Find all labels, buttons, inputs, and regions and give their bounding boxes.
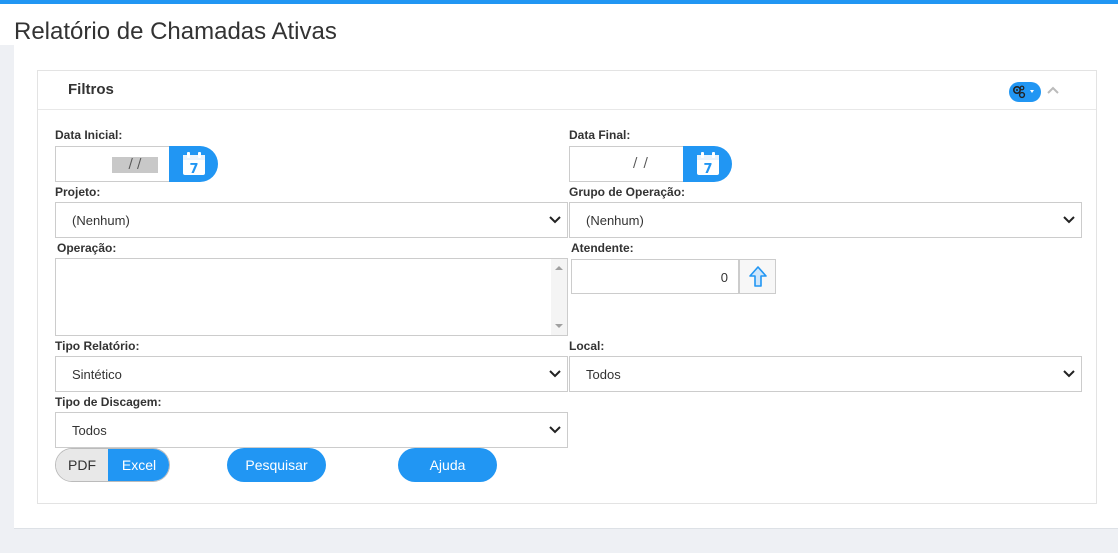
operacao-listbox[interactable] <box>55 258 568 336</box>
scroll-down-icon[interactable] <box>555 323 563 329</box>
atendente-up-button[interactable] <box>739 259 776 294</box>
chevron-down-icon <box>1063 370 1075 378</box>
data-final-input[interactable]: / / <box>569 146 685 182</box>
projeto-value: (Nenhum) <box>72 213 130 228</box>
operacao-label: Operação: <box>57 241 117 255</box>
content-card: Filtros Data Inicial: / / 7 Data Final: … <box>14 45 1118 529</box>
chevron-down-icon <box>1063 216 1075 224</box>
data-final-calendar-button[interactable]: 7 <box>683 146 732 182</box>
atendente-input[interactable]: 0 <box>571 259 739 294</box>
svg-text:7: 7 <box>703 162 712 177</box>
chevron-up-icon[interactable] <box>1046 85 1060 95</box>
data-inicial-group: / / 7 <box>55 146 218 182</box>
search-button[interactable]: Pesquisar <box>227 448 326 482</box>
export-format-toggle: PDF Excel <box>55 448 170 482</box>
data-inicial-label: Data Inicial: <box>55 128 123 142</box>
scroll-up-icon[interactable] <box>555 265 563 271</box>
calendar-icon: 7 <box>697 152 719 177</box>
svg-text:7: 7 <box>189 162 198 177</box>
local-select[interactable]: Todos <box>569 356 1082 392</box>
panel-title: Filtros <box>68 81 114 98</box>
tipo-discagem-value: Todos <box>72 423 107 438</box>
page-header: Relatório de Chamadas Ativas <box>0 4 1118 45</box>
chevron-down-icon <box>549 370 561 378</box>
atendente-value: 0 <box>720 270 728 285</box>
grupo-operacao-label: Grupo de Operação: <box>569 185 686 199</box>
local-label: Local: <box>569 339 605 353</box>
format-excel-option[interactable]: Excel <box>108 449 169 481</box>
grupo-operacao-select[interactable]: (Nenhum) <box>569 202 1082 238</box>
caret-down-icon <box>1030 90 1034 93</box>
filters-panel: Filtros Data Inicial: / / 7 Data Final: … <box>37 70 1097 504</box>
help-button[interactable]: Ajuda <box>398 448 497 482</box>
data-final-label: Data Final: <box>569 128 631 142</box>
format-pdf-option[interactable]: PDF <box>56 449 108 481</box>
tipo-relatorio-label: Tipo Relatório: <box>55 339 140 353</box>
arrow-up-icon <box>749 266 767 287</box>
projeto-label: Projeto: <box>55 185 101 199</box>
calendar-icon: 7 <box>183 152 205 177</box>
atendente-label: Atendente: <box>571 241 634 255</box>
chevron-down-icon <box>549 426 561 434</box>
tipo-relatorio-value: Sintético <box>72 367 122 382</box>
data-final-value: / / <box>633 156 649 171</box>
tipo-discagem-select[interactable]: Todos <box>55 412 568 448</box>
tipo-relatorio-select[interactable]: Sintético <box>55 356 568 392</box>
operacao-scrollbar[interactable] <box>551 259 567 335</box>
data-inicial-input[interactable]: / / <box>55 146 171 182</box>
chevron-down-icon <box>549 216 561 224</box>
gears-icon <box>1012 85 1034 99</box>
data-final-group: / / 7 <box>569 146 732 182</box>
tipo-discagem-label: Tipo de Discagem: <box>55 395 162 409</box>
data-inicial-value: / / <box>112 157 158 173</box>
data-inicial-calendar-button[interactable]: 7 <box>169 146 218 182</box>
grupo-operacao-value: (Nenhum) <box>586 213 644 228</box>
local-value: Todos <box>586 367 621 382</box>
page-title: Relatório de Chamadas Ativas <box>14 18 337 45</box>
settings-menu-button[interactable] <box>1009 82 1041 102</box>
panel-header: Filtros <box>38 71 1096 110</box>
projeto-select[interactable]: (Nenhum) <box>55 202 568 238</box>
